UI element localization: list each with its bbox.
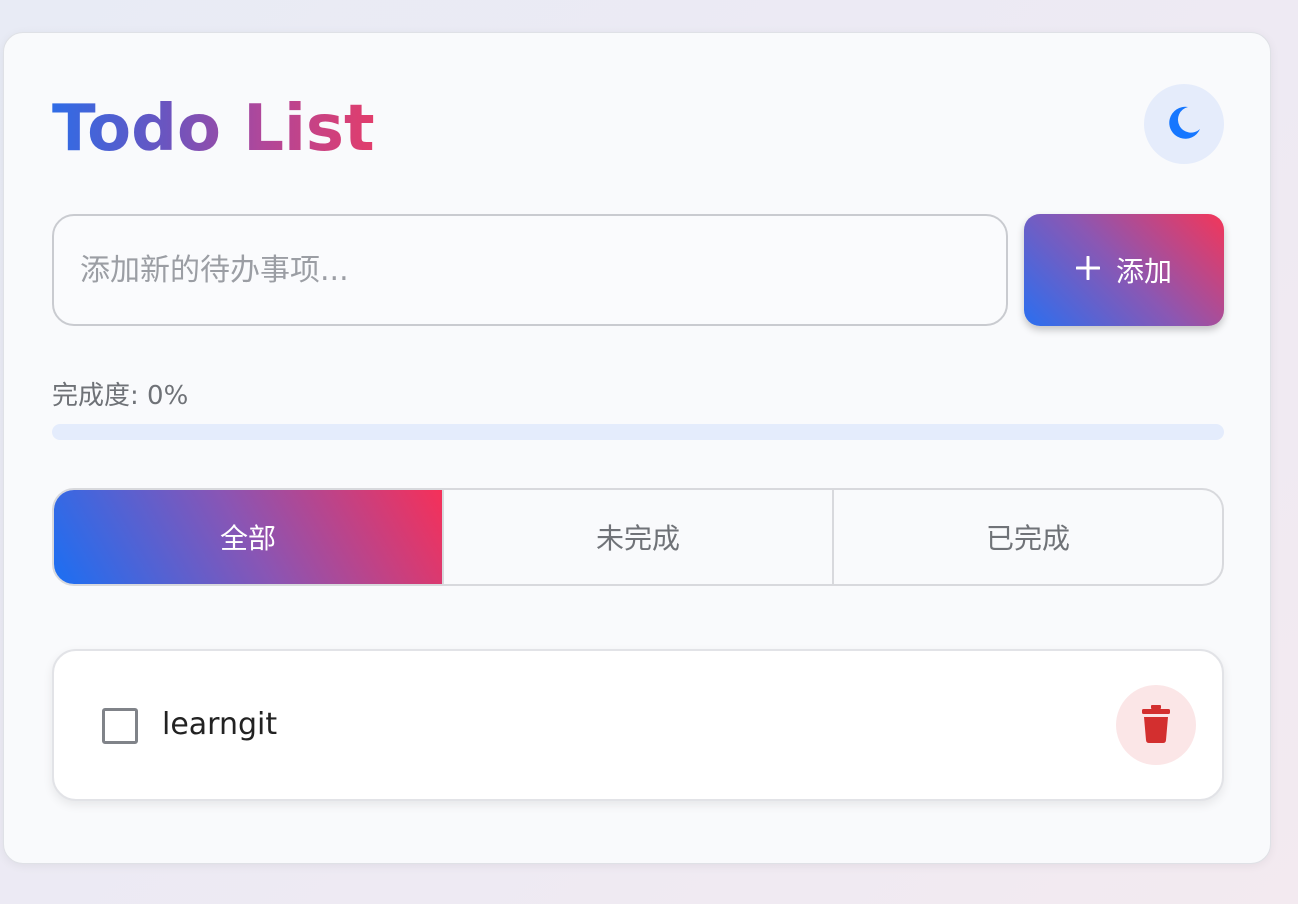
progress-label: 完成度: 0% [52, 381, 189, 411]
page-title: Todo List [52, 92, 375, 166]
new-todo-input[interactable] [52, 214, 1008, 326]
theme-toggle-button[interactable] [1144, 84, 1224, 164]
add-button-label: 添加 [1115, 255, 1172, 288]
delete-button[interactable] [1116, 685, 1196, 765]
todo-checkbox[interactable] [102, 708, 138, 744]
moon-icon [1164, 103, 1204, 146]
todo-item: learngit [52, 649, 1224, 801]
filter-tabs: 全部 未完成 已完成 [52, 488, 1224, 586]
todo-card: Todo List 添加 完成度: 0% 全部 未完成 已完成 learngit [3, 32, 1271, 864]
filter-all-button[interactable]: 全部 [54, 490, 442, 584]
plus-icon [1075, 254, 1101, 287]
trash-icon [1141, 704, 1171, 746]
todo-text: learngit [162, 707, 278, 742]
filter-active-button[interactable]: 未完成 [442, 490, 832, 584]
progress-bar [52, 424, 1224, 440]
add-button[interactable]: 添加 [1024, 214, 1224, 326]
filter-completed-button[interactable]: 已完成 [832, 490, 1222, 584]
